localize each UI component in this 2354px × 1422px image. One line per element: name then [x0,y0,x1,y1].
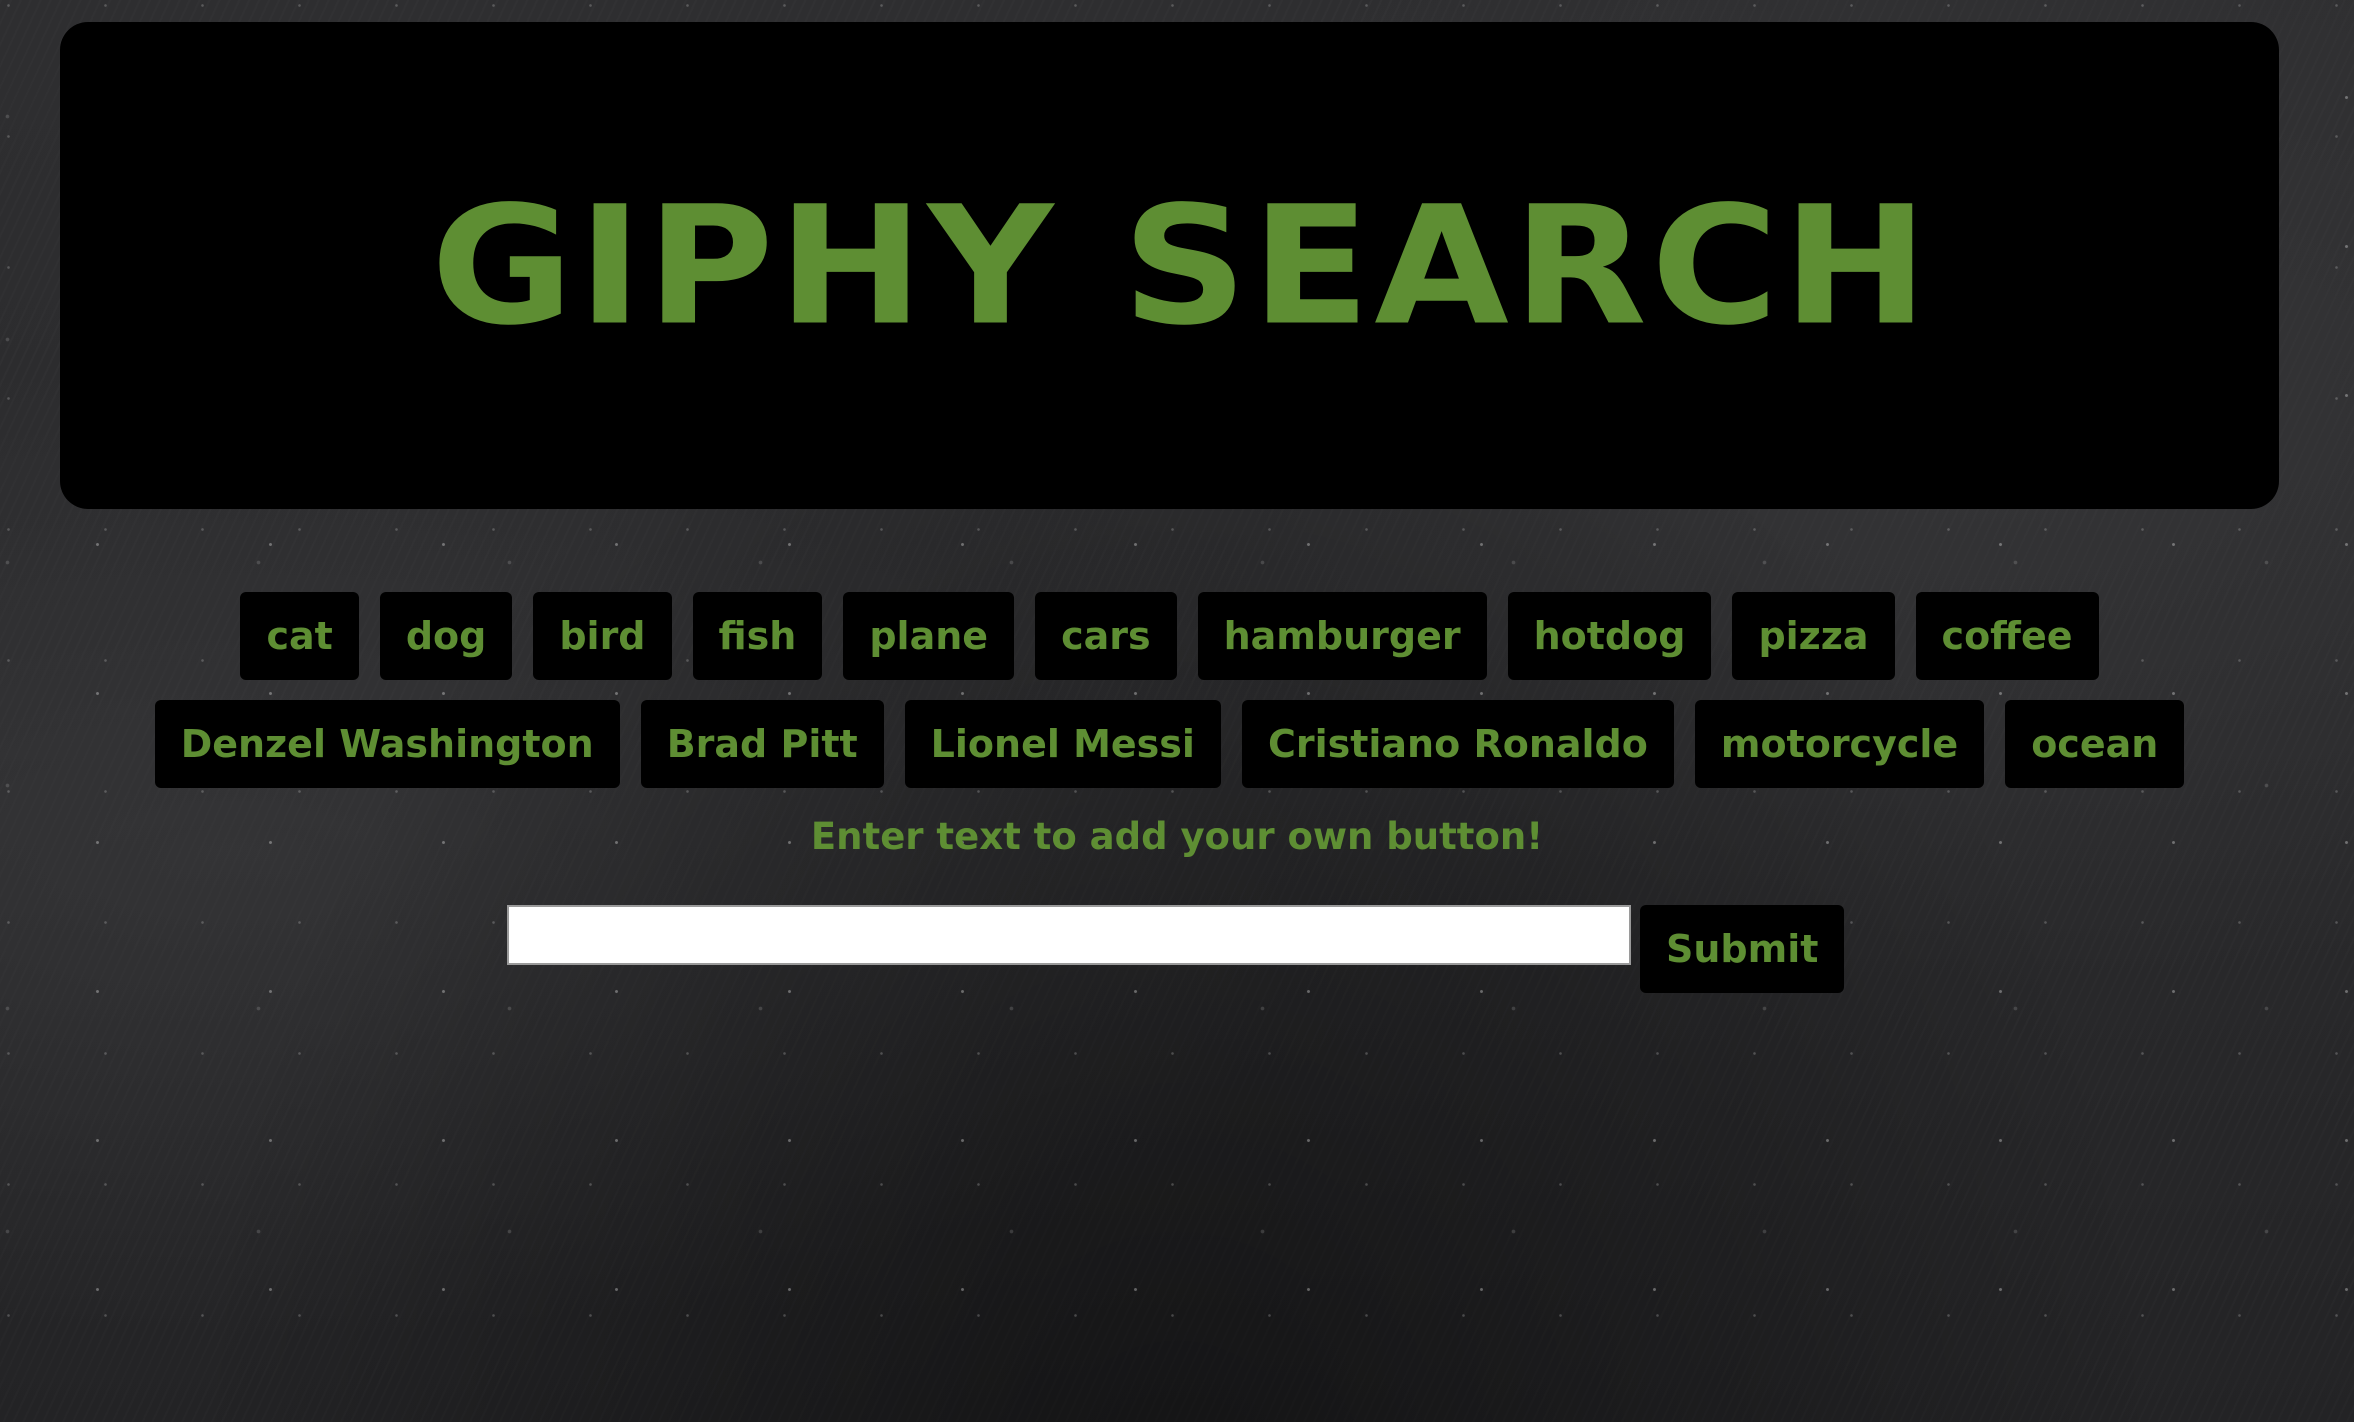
topic-button-denzel-washington[interactable]: Denzel Washington [154,700,620,788]
add-button-prompt: Enter text to add your own button! [810,815,1544,858]
topic-button-cars[interactable]: cars [1035,592,1177,680]
topic-button-cristiano-ronaldo[interactable]: Cristiano Ronaldo [1241,700,1674,788]
submit-button[interactable]: Submit [1640,905,1845,993]
topic-button-hotdog[interactable]: hotdog [1507,592,1712,680]
topic-button-lionel-messi[interactable]: Lionel Messi [904,700,1221,788]
topic-button-dog[interactable]: dog [379,592,513,680]
add-button-form: Submit [507,905,1845,993]
topic-button-bird[interactable]: bird [533,592,672,680]
topic-button-motorcycle[interactable]: motorcycle [1694,700,1985,788]
topic-button-brad-pitt[interactable]: Brad Pitt [640,700,884,788]
topic-button-list: cat dog bird fish plane cars hamburger h… [60,592,2279,788]
header-banner: GIPHY SEARCH [60,22,2279,509]
topic-button-pizza[interactable]: pizza [1732,592,1895,680]
new-button-input[interactable] [507,905,1631,965]
page-title: GIPHY SEARCH [430,171,1933,362]
topic-button-hamburger[interactable]: hamburger [1197,592,1487,680]
topic-button-cat[interactable]: cat [240,592,359,680]
topic-button-plane[interactable]: plane [843,592,1015,680]
topic-button-ocean[interactable]: ocean [2005,700,2185,788]
topic-button-fish[interactable]: fish [692,592,823,680]
topic-button-coffee[interactable]: coffee [1915,592,2099,680]
